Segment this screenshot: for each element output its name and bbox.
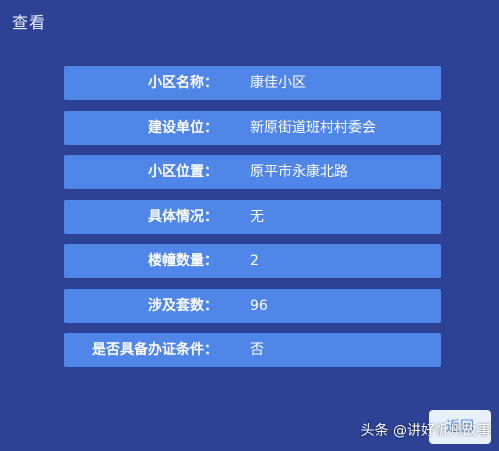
detail-value: 康佳小区 (250, 75, 306, 91)
detail-label: 涉及套数： (148, 297, 218, 314)
detail-row-building-count: 楼幢数量： 2 (64, 244, 441, 278)
detail-value: 无 (250, 208, 264, 225)
dialog-title: 查看 (12, 13, 47, 32)
detail-row-certificate-eligible: 是否具备办证条件： 否 (64, 333, 441, 367)
detail-row-location: 小区位置： 原平市永康北路 (64, 155, 441, 189)
detail-label: 建设单位： (148, 119, 218, 136)
detail-value: 原平市永康北路 (250, 164, 348, 180)
detail-value: 新原街道班村村委会 (250, 119, 376, 136)
detail-row-builder: 建设单位： 新原街道班村村委会 (64, 110, 441, 145)
detail-label: 小区位置： (148, 164, 218, 180)
detail-value: 2 (250, 253, 259, 269)
detail-label: 楼幢数量： (148, 253, 218, 269)
detail-row-community-name: 小区名称： 康佳小区 (64, 66, 441, 100)
detail-row-situation: 具体情况： 无 (64, 199, 441, 234)
detail-row-unit-count: 涉及套数： 96 (64, 288, 441, 323)
detail-dialog: 查看 小区名称： 康佳小区 建设单位： 新原街道班村村委会 小区位置： 原平市永… (0, 0, 499, 451)
detail-list: 小区名称： 康佳小区 建设单位： 新原街道班村村委会 小区位置： 原平市永康北路… (64, 66, 441, 378)
detail-label: 是否具备办证条件： (92, 342, 218, 358)
detail-value: 否 (250, 342, 264, 358)
detail-value: 96 (250, 297, 268, 314)
watermark-text: 头条 @讲好忻州故事 (360, 423, 491, 439)
detail-label: 具体情况： (148, 208, 218, 225)
detail-label: 小区名称： (148, 75, 218, 91)
